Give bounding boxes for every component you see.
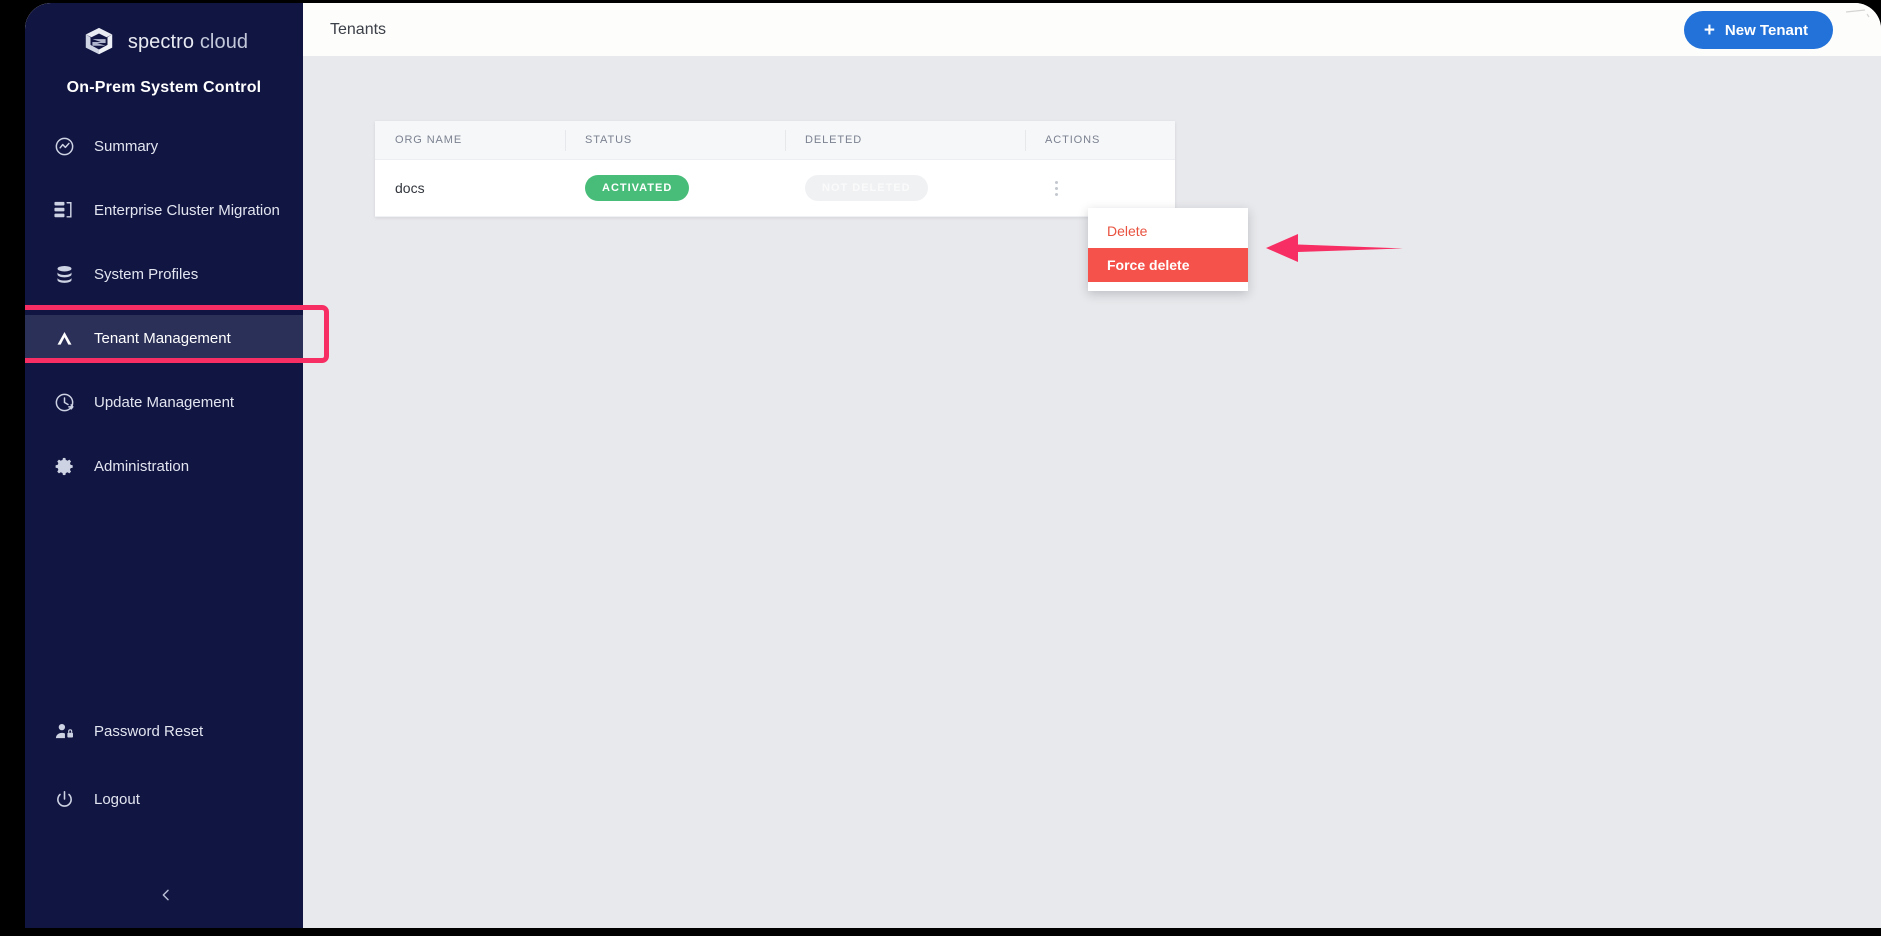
sidebar-item-label: Update Management xyxy=(94,393,235,411)
sidebar-item-administration[interactable]: Administration xyxy=(25,443,303,489)
sidebar-item-label: Password Reset xyxy=(94,722,204,740)
column-header-org-name: ORG NAME xyxy=(395,134,463,146)
column-header-status: STATUS xyxy=(565,121,785,159)
gear-icon xyxy=(51,453,77,479)
column-header-deleted: DELETED xyxy=(785,121,1025,159)
user-lock-icon xyxy=(51,718,77,744)
server-migration-icon xyxy=(51,197,77,223)
sidebar-item-system-profiles[interactable]: System Profiles xyxy=(25,251,303,297)
deleted-badge: NOT DELETED xyxy=(805,175,928,201)
actions-dropdown-menu: Delete Force delete xyxy=(1088,208,1248,291)
chevron-left-icon xyxy=(158,887,174,908)
brand-block: spectro cloud On-Prem System Control xyxy=(25,25,303,97)
screenshot-root: spectro cloud On-Prem System Control Sum… xyxy=(0,0,1881,936)
sidebar-item-tenant-management[interactable]: Tenant Management xyxy=(25,315,303,361)
page-title: Tenants xyxy=(330,21,387,38)
power-icon xyxy=(51,786,77,812)
sidebar-item-logout[interactable]: Logout xyxy=(25,776,303,822)
sidebar-nav-bottom: Password Reset Logout xyxy=(25,708,303,844)
sidebar-item-update-management[interactable]: Update Management xyxy=(25,379,303,425)
brand-name: spectro cloud xyxy=(127,30,249,53)
kebab-menu-icon[interactable] xyxy=(1045,175,1067,201)
table-header-row: ORG NAME STATUS DELETED ACTIONS xyxy=(375,121,1175,160)
database-stack-icon xyxy=(51,261,77,287)
new-tenant-label: New Tenant xyxy=(1724,21,1808,39)
column-header-actions: ACTIONS xyxy=(1025,121,1175,159)
activity-circle-icon xyxy=(51,133,77,159)
clock-update-icon xyxy=(51,389,77,415)
dropdown-item-delete[interactable]: Delete xyxy=(1088,214,1248,248)
sidebar-nav: Summary Enterprise Cluster Migration Sys… xyxy=(25,123,303,507)
sidebar-collapse-button[interactable] xyxy=(153,884,179,910)
sidebar-item-label: Logout xyxy=(94,790,140,808)
browser-window: spectro cloud On-Prem System Control Sum… xyxy=(25,3,1881,928)
tenant-chevron-icon xyxy=(51,325,77,351)
sidebar-item-password-reset[interactable]: Password Reset xyxy=(25,708,303,754)
spectro-cloud-logo-icon xyxy=(80,25,118,59)
brand-subtitle: On-Prem System Control xyxy=(66,79,262,96)
cell-deleted: NOT DELETED xyxy=(785,160,1025,216)
sidebar-item-label: System Profiles xyxy=(94,265,199,283)
plus-icon: + xyxy=(1703,19,1715,41)
sidebar-item-enterprise-cluster-migration[interactable]: Enterprise Cluster Migration xyxy=(25,187,303,233)
new-tenant-button[interactable]: + New Tenant xyxy=(1683,11,1833,49)
sidebar-item-label: Tenant Management xyxy=(94,329,231,347)
dropdown-item-force-delete[interactable]: Force delete xyxy=(1088,248,1248,282)
main-content: Tenants + New Tenant ORG NAME STATUS DEL… xyxy=(303,3,1881,928)
sidebar-item-summary[interactable]: Summary xyxy=(25,123,303,169)
topbar: Tenants + New Tenant xyxy=(303,3,1881,56)
sidebar-item-label: Enterprise Cluster Migration xyxy=(94,201,280,219)
status-badge: ACTIVATED xyxy=(585,175,690,201)
sidebar-item-label: Administration xyxy=(94,457,190,475)
sidebar-item-label: Summary xyxy=(94,137,159,155)
cell-status: ACTIVATED xyxy=(565,160,785,216)
sidebar: spectro cloud On-Prem System Control Sum… xyxy=(25,3,303,928)
tenants-table: ORG NAME STATUS DELETED ACTIONS docs ACT… xyxy=(375,121,1175,217)
table-row: docs ACTIVATED NOT DELETED xyxy=(375,160,1175,217)
cell-org-name: docs xyxy=(395,180,425,196)
